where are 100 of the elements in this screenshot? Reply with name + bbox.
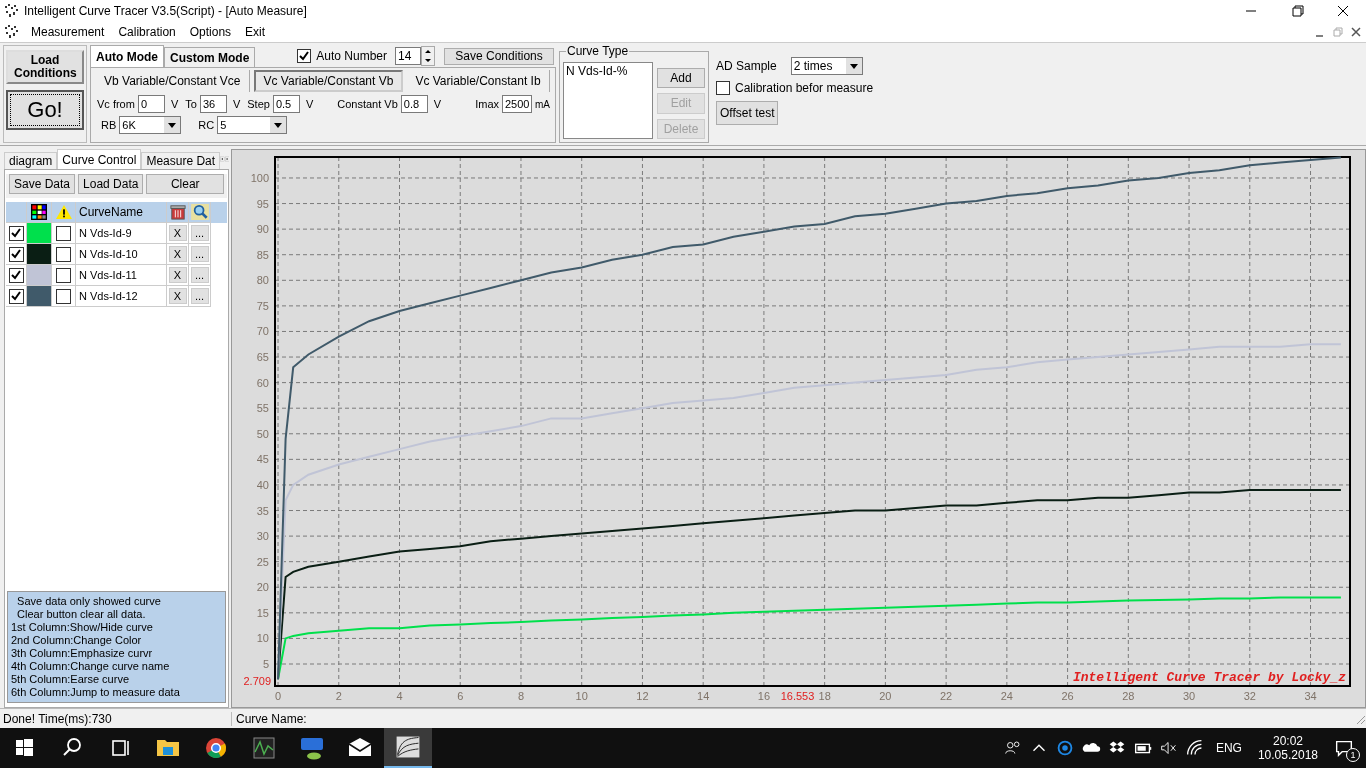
- checkbox[interactable]: [56, 225, 71, 241]
- window-title: Intelligent Curve Tracer V3.5(Script) - [Auto Measure]: [24, 4, 307, 18]
- y-tick-label: 25: [256, 555, 269, 568]
- unit-label: V: [232, 98, 241, 110]
- clock-time[interactable]: 20:02: [1272, 734, 1303, 748]
- x-tick-label: 8: [517, 690, 525, 702]
- data-button[interactable]: Load Data: [78, 174, 144, 194]
- jump-button[interactable]: ...: [190, 246, 209, 262]
- warning-icon: [54, 204, 73, 220]
- status-text: Done! Time(ms):730: [0, 711, 232, 726]
- y-tick-label: 45: [256, 453, 269, 466]
- y-tick-label: 80: [256, 274, 269, 287]
- jump-button[interactable]: ...: [190, 267, 209, 283]
- erase-button[interactable]: X: [168, 288, 187, 304]
- sub-tab[interactable]: Vb Variable/Constant Vce: [96, 70, 250, 92]
- x-tick-label: 30: [1182, 690, 1196, 702]
- language-indicator[interactable]: ENG: [1215, 741, 1242, 755]
- number-field[interactable]: 14: [395, 47, 422, 65]
- help-line: 4th Column:Change curve name: [11, 660, 171, 673]
- sub-tab[interactable]: Vc Variable/Constant Ib: [407, 70, 550, 92]
- y-tick-label: 70: [256, 325, 269, 338]
- color-swatch[interactable]: [27, 265, 51, 285]
- field-label: Vc from: [97, 98, 135, 110]
- curve-app-icon[interactable]: [384, 728, 432, 768]
- checkbox[interactable]: [716, 81, 730, 95]
- offset-test-button[interactable]: Offset test: [716, 101, 779, 125]
- color-swatch[interactable]: [27, 223, 51, 243]
- checkbox[interactable]: [8, 267, 24, 283]
- y-tick-label: 60: [256, 376, 269, 389]
- sub-tab[interactable]: Vc Variable/Constant Vb: [253, 70, 404, 92]
- color-swatch[interactable]: [27, 286, 51, 306]
- x-tick-label: 26: [1061, 690, 1074, 702]
- help-line: Save data only showed curve: [16, 595, 162, 608]
- dropdown[interactable]: 6K: [119, 116, 182, 134]
- field-label: Step: [247, 98, 270, 110]
- y-tick-label: 90: [256, 223, 269, 236]
- y-tick-label: 55: [256, 402, 269, 415]
- data-button[interactable]: Clear: [146, 174, 224, 194]
- y-tick-label: 20: [256, 581, 269, 594]
- checkbox[interactable]: [8, 246, 24, 262]
- panel-tab[interactable]: diagram: [4, 152, 58, 169]
- jump-button[interactable]: ...: [190, 288, 209, 304]
- input-field[interactable]: 2500: [502, 95, 532, 113]
- status-text: Curve Name:: [235, 711, 308, 726]
- spin-arrows-icon[interactable]: [421, 46, 436, 66]
- caret-icon: [845, 58, 862, 74]
- dropdown[interactable]: 2 times: [790, 57, 863, 75]
- clock-date[interactable]: 10.05.2018: [1257, 748, 1318, 762]
- menu-item[interactable]: Calibration: [111, 25, 183, 39]
- checkbox[interactable]: [8, 225, 24, 241]
- calibration-label: Calibration befor measure: [735, 81, 874, 95]
- load-conditions-button[interactable]: Load Conditions: [6, 50, 84, 84]
- go-button[interactable]: Go!: [6, 90, 84, 130]
- curve-name[interactable]: N Vds-Id-9: [79, 227, 132, 239]
- field-label: To: [185, 98, 197, 110]
- panel-tab[interactable]: Curve Control: [57, 149, 142, 169]
- list-item[interactable]: N Vds-Id-%: [566, 64, 650, 78]
- menu-item[interactable]: Exit: [238, 25, 273, 39]
- curve-type-button[interactable]: Add: [657, 68, 705, 89]
- ad-sample-label: AD Sample: [716, 59, 777, 73]
- help-line: 1st Column:Show/Hide curve: [11, 621, 154, 634]
- erase-button[interactable]: X: [168, 246, 187, 262]
- save-conditions-button[interactable]: Save Conditions: [444, 47, 555, 65]
- x-tick-label: 22: [940, 690, 953, 702]
- x-tick-label: 10: [575, 690, 588, 702]
- curve-name[interactable]: N Vds-Id-10: [79, 248, 138, 260]
- app-icon: [4, 3, 20, 19]
- checkbox[interactable]: [56, 246, 71, 262]
- mode-tab[interactable]: Custom Mode: [164, 47, 256, 67]
- data-button[interactable]: Save Data: [9, 174, 76, 194]
- menu-item[interactable]: Measurement: [24, 25, 112, 39]
- auto-number-label: Auto Number: [316, 49, 388, 63]
- x-tick-label: 34: [1304, 690, 1317, 702]
- color-swatch[interactable]: [27, 244, 51, 264]
- input-field[interactable]: 36: [199, 95, 227, 113]
- curve-name[interactable]: N Vds-Id-12: [79, 290, 138, 302]
- unit-label: mA: [535, 98, 550, 110]
- help-line: 2nd Column:Change Color: [11, 634, 143, 647]
- x-tick-label: 14: [697, 690, 710, 702]
- jump-button[interactable]: ...: [190, 225, 209, 241]
- mode-tab[interactable]: Auto Mode: [90, 45, 164, 67]
- checkbox[interactable]: [8, 288, 24, 304]
- checkbox[interactable]: [297, 49, 312, 63]
- curve-name[interactable]: N Vds-Id-11: [79, 269, 137, 281]
- input-field[interactable]: 0.5: [272, 95, 300, 113]
- panel-tab[interactable]: Measure Dat: [141, 152, 221, 169]
- x-tick-label: 16: [757, 690, 771, 702]
- input-field[interactable]: 0: [137, 95, 165, 113]
- checkbox[interactable]: [56, 267, 71, 283]
- x-tick-label: 24: [1000, 690, 1013, 702]
- checkbox[interactable]: [56, 288, 71, 304]
- erase-button[interactable]: X: [168, 267, 187, 283]
- menu-item[interactable]: Options: [182, 25, 239, 39]
- x-tick-label: 32: [1243, 690, 1256, 702]
- erase-button[interactable]: X: [168, 225, 187, 241]
- x-tick-label: 6: [457, 690, 464, 702]
- dropdown[interactable]: 5: [217, 116, 288, 134]
- y-tick-label: 40: [256, 478, 269, 491]
- input-field[interactable]: 0.8: [400, 95, 428, 113]
- app-icon: [4, 24, 20, 40]
